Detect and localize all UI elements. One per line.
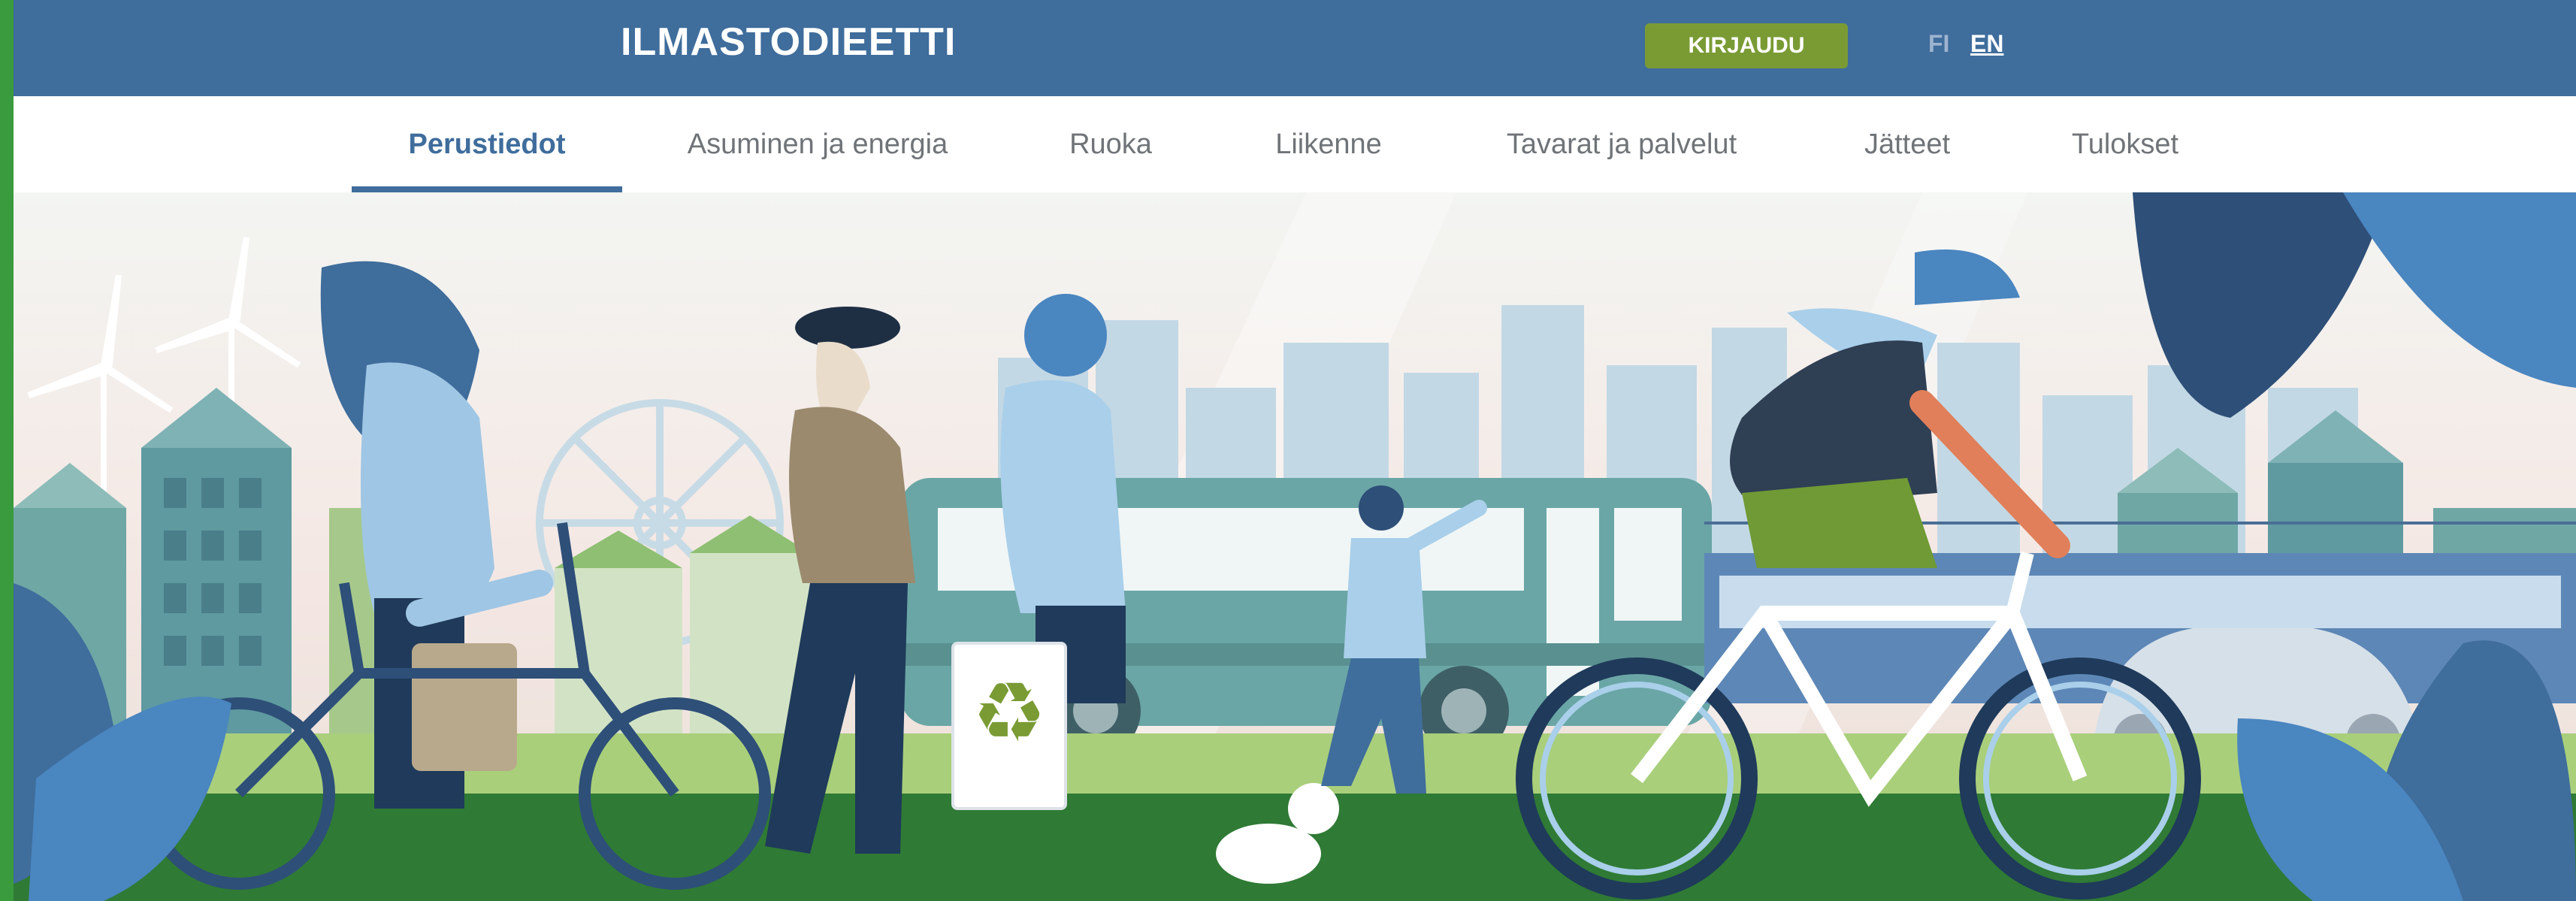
- tab-label: Asuminen ja energia: [687, 128, 948, 160]
- tab-label: Liikenne: [1275, 128, 1382, 160]
- tab-label: Tavarat ja palvelut: [1506, 128, 1737, 160]
- language-en-link[interactable]: EN: [1970, 30, 2003, 58]
- tab-label: Tulokset: [2071, 128, 2179, 160]
- tab-perustiedot[interactable]: Perustiedot: [352, 96, 622, 192]
- top-header-bar: ILMASTODIEETTI KIRJAUDU FI EN: [14, 0, 2576, 96]
- tab-tulokset[interactable]: Tulokset: [2042, 96, 2208, 192]
- tab-label: Jätteet: [1864, 128, 1951, 160]
- tab-ruoka[interactable]: Ruoka: [1036, 96, 1186, 192]
- hero-illustration: ♻: [14, 192, 2576, 901]
- login-button[interactable]: KIRJAUDU: [1645, 23, 1848, 68]
- main-navigation: Perustiedot Asuminen ja energia Ruoka Li…: [14, 96, 2576, 192]
- left-accent-strip: [0, 0, 14, 901]
- tab-jatteet[interactable]: Jätteet: [1832, 96, 1982, 192]
- tab-label: Ruoka: [1069, 128, 1152, 160]
- tab-liikenne[interactable]: Liikenne: [1246, 96, 1411, 192]
- site-logo-text[interactable]: ILMASTODIEETTI: [621, 20, 956, 65]
- tab-asuminen-ja-energia[interactable]: Asuminen ja energia: [660, 96, 975, 192]
- tab-label: Perustiedot: [408, 128, 566, 160]
- recycle-icon: ♻: [972, 664, 1047, 760]
- active-tab-indicator: [352, 186, 622, 192]
- hero-scene: ♻: [14, 192, 2576, 901]
- language-fi-link[interactable]: FI: [1928, 30, 1949, 58]
- tab-tavarat-ja-palvelut[interactable]: Tavarat ja palvelut: [1471, 96, 1772, 192]
